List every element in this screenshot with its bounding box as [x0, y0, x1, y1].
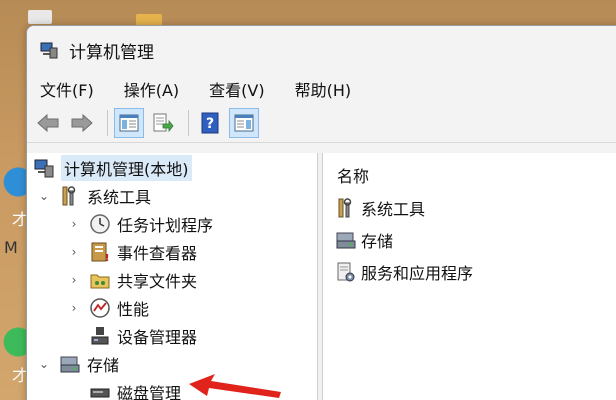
computer-management-icon: [39, 40, 59, 60]
list-item-label: 服务和应用程序: [361, 264, 474, 283]
list-item-label: 系统工具: [361, 200, 426, 219]
tree-item-label: 事件查看器: [117, 244, 198, 263]
chevron-right-icon[interactable]: ›: [67, 301, 81, 315]
tree-item-label: 任务计划程序: [117, 216, 214, 235]
tree-item-system-tools[interactable]: ⌄ 系统工具: [37, 183, 151, 209]
list-item-services-and-applications[interactable]: 服务和应用程序: [335, 259, 473, 285]
menu-bar: 文件(F) 操作(A) 查看(V) 帮助(H): [27, 74, 616, 104]
list-item-storage[interactable]: 存储: [335, 227, 393, 253]
clock-icon: [89, 213, 111, 235]
svg-text:?: ?: [206, 116, 214, 132]
tree-item-event-viewer[interactable]: › ! 事件查看器: [67, 239, 197, 265]
help-icon: ?: [201, 112, 219, 134]
menu-action[interactable]: 操作(A): [121, 75, 182, 103]
tree-item-label: 共享文件夹: [117, 272, 198, 291]
chevron-right-icon[interactable]: ›: [67, 245, 81, 259]
computer-management-icon: [33, 157, 55, 179]
chevron-right-icon[interactable]: ›: [67, 217, 81, 231]
forward-button[interactable]: [67, 108, 97, 138]
svg-text:!: !: [105, 253, 110, 263]
show-hide-tree-icon: [119, 114, 139, 132]
storage-icon: [59, 353, 81, 375]
tree-item-label: 性能: [117, 300, 150, 319]
tree-item-label: 磁盘管理: [117, 384, 182, 400]
toolbar-separator: [188, 110, 189, 136]
storage-icon: [335, 229, 357, 251]
title-bar[interactable]: 计算机管理: [27, 26, 616, 74]
tree-item-label: 计算机管理(本地): [61, 155, 192, 181]
tree-item-label: 存储: [87, 356, 120, 375]
chevron-down-icon[interactable]: ⌄: [37, 357, 51, 371]
back-button[interactable]: [33, 108, 63, 138]
export-list-icon: [153, 113, 174, 133]
export-list-button[interactable]: [148, 108, 178, 138]
back-icon: [37, 113, 59, 133]
show-hide-action-pane-icon: [234, 114, 254, 132]
system-tools-icon: [59, 185, 81, 207]
tree-item-label: 设备管理器: [117, 328, 198, 347]
services-and-applications-icon: [335, 261, 357, 283]
chevron-down-icon[interactable]: ⌄: [37, 189, 51, 203]
tree-item-device-manager[interactable]: 设备管理器: [67, 323, 197, 349]
desktop-icon-green[interactable]: [0, 322, 26, 362]
toolbar-separator: [107, 110, 108, 136]
tree-item-task-scheduler[interactable]: › 任务计划程序: [67, 211, 213, 237]
desktop-icon-label: M: [4, 238, 18, 257]
help-button[interactable]: ?: [195, 108, 225, 138]
annotation-arrow: [189, 374, 281, 398]
desktop-icon-fragment: [28, 10, 52, 24]
list-item-label: 存储: [361, 232, 394, 251]
content-panes: 计算机管理(本地) ⌄ 系统工具 › 任务计划程序 › ! 事件查看器 › 共享…: [27, 153, 616, 400]
console-tree: 计算机管理(本地) ⌄ 系统工具 › 任务计划程序 › ! 事件查看器 › 共享…: [27, 153, 318, 400]
tree-item-shared-folders[interactable]: › 共享文件夹: [67, 267, 197, 293]
system-tools-icon: [335, 197, 357, 219]
column-header-name[interactable]: 名称: [337, 163, 369, 187]
tree-item-performance[interactable]: › 性能: [67, 295, 149, 321]
forward-icon: [71, 113, 93, 133]
tree-item-disk-management[interactable]: 磁盘管理: [67, 379, 181, 400]
computer-management-window: 计算机管理 文件(F) 操作(A) 查看(V) 帮助(H) ? 计算机管理(本地…: [26, 25, 616, 400]
menu-file[interactable]: 文件(F): [37, 75, 97, 103]
menu-help[interactable]: 帮助(H): [292, 75, 355, 103]
chevron-right-icon[interactable]: ›: [67, 273, 81, 287]
toolbar: ?: [27, 104, 616, 143]
desktop-icon-blue[interactable]: [0, 160, 26, 204]
event-viewer-icon: !: [89, 241, 111, 263]
window-title: 计算机管理: [69, 42, 154, 63]
show-hide-tree-button[interactable]: [114, 108, 144, 138]
show-hide-action-pane-button[interactable]: [229, 108, 259, 138]
results-list: 名称 系统工具 存储 服务和应用程序: [323, 153, 616, 400]
tree-item-label: 系统工具: [87, 188, 152, 207]
device-manager-icon: [89, 325, 111, 347]
tree-item-storage[interactable]: ⌄ 存储: [37, 351, 119, 377]
menu-view[interactable]: 查看(V): [206, 75, 267, 103]
performance-icon: [89, 297, 111, 319]
disk-management-icon: [89, 381, 111, 400]
tree-item-root[interactable]: 计算机管理(本地): [33, 155, 192, 181]
shared-folder-icon: [89, 269, 111, 291]
list-item-system-tools[interactable]: 系统工具: [335, 195, 425, 221]
